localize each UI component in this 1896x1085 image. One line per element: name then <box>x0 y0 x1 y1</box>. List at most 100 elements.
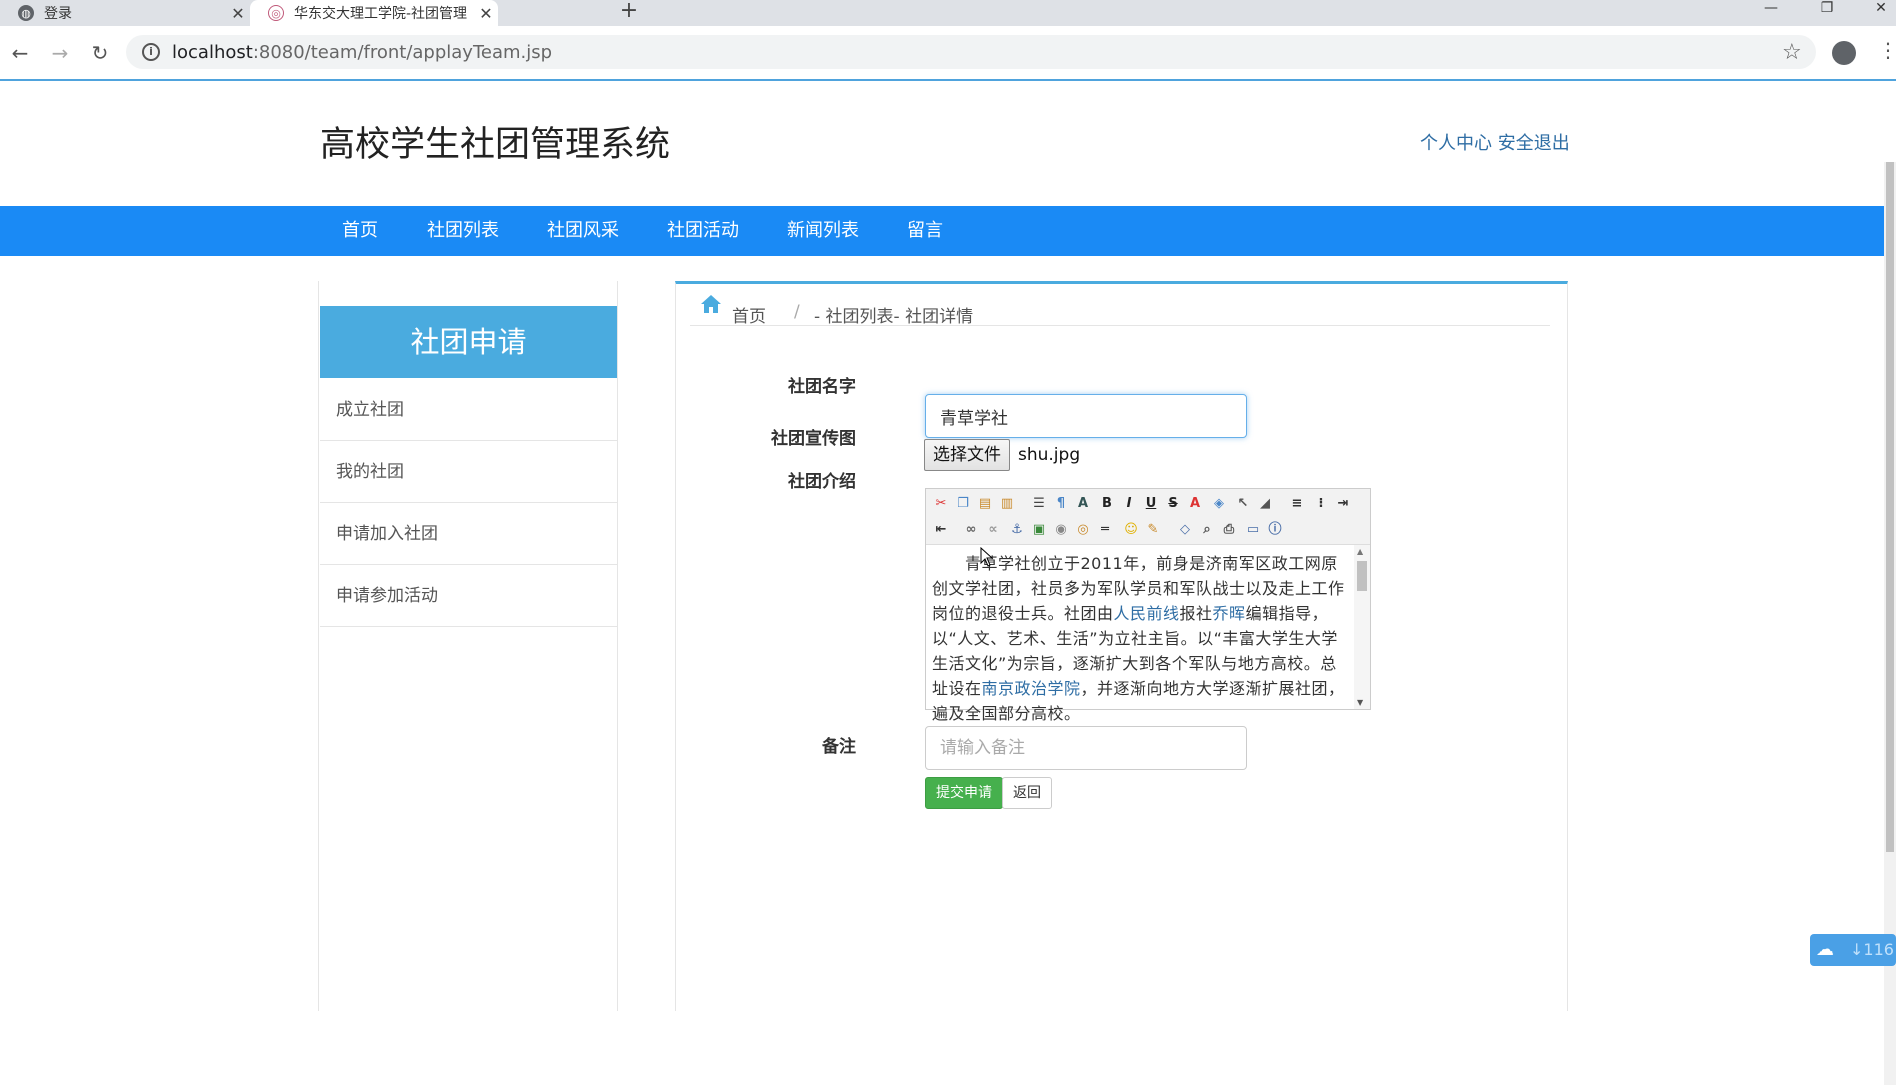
edit-icon[interactable]: ✎ <box>1144 521 1162 539</box>
address-bar[interactable]: i localhost:8080/team/front/applayTeam.j… <box>126 35 1816 69</box>
baidu-netdisk-widget[interactable]: ☁ ↓116 <box>1810 934 1896 966</box>
profile-avatar-icon[interactable] <box>1832 41 1856 65</box>
url-text: localhost:8080/team/front/applayTeam.jsp <box>172 42 553 63</box>
breadcrumb-home[interactable]: 首页 <box>732 302 766 327</box>
page-scroll-thumb[interactable] <box>1886 162 1894 852</box>
club-image-label: 社团宣传图 <box>771 429 856 449</box>
club-name-input[interactable] <box>925 394 1247 438</box>
fullscreen-icon[interactable]: ▭ <box>1244 521 1262 539</box>
italic-icon[interactable]: I <box>1120 495 1138 513</box>
sidebar-item-join-activity[interactable]: 申请参加活动 <box>320 565 617 627</box>
editor-toolbar: ✂ ❐ ▤ ▥ ☰ ¶ A B I U S A ◈ ↖ ◢ ≡ ⁝ ⇥ ⇤ ∞ <box>926 489 1370 545</box>
bold-icon[interactable]: B <box>1098 495 1116 513</box>
nav-home[interactable]: 首页 <box>342 206 378 256</box>
align-icon[interactable]: ☰ <box>1030 495 1048 513</box>
editor-scroll-thumb[interactable] <box>1357 561 1367 591</box>
intro-link[interactable]: 南京政治学院 <box>982 679 1081 698</box>
cloud-icon: ☁ <box>1816 939 1834 960</box>
tab-title: 华东交大理工学院-社团管理 <box>294 6 468 22</box>
browser-toolbar: ← → ↻ i localhost:8080/team/front/applay… <box>0 26 1896 80</box>
new-tab-icon[interactable]: + <box>614 0 644 26</box>
list-icon[interactable]: ⁝ <box>1312 495 1330 513</box>
rich-text-editor[interactable]: ✂ ❐ ▤ ▥ ☰ ¶ A B I U S A ◈ ↖ ◢ ≡ ⁝ ⇥ ⇤ ∞ <box>925 488 1371 723</box>
remark-label: 备注 <box>822 737 856 757</box>
intro-link[interactable]: 人民前线 <box>1114 604 1180 623</box>
nav-club-list[interactable]: 社团列表 <box>427 206 499 256</box>
flash-icon[interactable]: ◉ <box>1052 521 1070 539</box>
source-code-icon[interactable]: ◇ <box>1176 521 1194 539</box>
align-left-icon[interactable]: ≡ <box>1288 495 1306 513</box>
indent-icon[interactable]: ⇥ <box>1334 495 1352 513</box>
club-intro-label: 社团介绍 <box>788 472 856 492</box>
sidebar-item-create-club[interactable]: 成立社团 <box>320 379 617 441</box>
preview-icon[interactable]: ⌕ <box>1198 521 1216 539</box>
window-close-icon[interactable]: ✕ <box>1866 0 1896 20</box>
scroll-up-icon[interactable]: ▲ <box>1357 547 1363 556</box>
personal-center-link[interactable]: 个人中心 <box>1420 133 1492 154</box>
sidebar-item-join-club[interactable]: 申请加入社团 <box>320 503 617 565</box>
scroll-down-icon[interactable]: ▼ <box>1357 698 1363 707</box>
editor-scrollbar[interactable]: ▲ ▼ <box>1354 545 1370 709</box>
outdent-icon[interactable]: ⇤ <box>932 521 950 539</box>
back-button[interactable]: 返回 <box>1002 777 1052 809</box>
forward-icon[interactable]: → <box>46 40 74 68</box>
back-icon[interactable]: ← <box>6 40 34 68</box>
info-icon[interactable]: i <box>142 43 160 61</box>
user-links: 个人中心 安全退出 <box>1420 129 1570 155</box>
browser-tab-login[interactable]: ◍ 登录 ✕ <box>0 0 250 26</box>
media-icon[interactable]: ◎ <box>1074 521 1092 539</box>
bg-color-icon[interactable]: ◈ <box>1210 495 1228 513</box>
home-icon <box>701 295 721 313</box>
university-logo-icon: ◎ <box>268 5 284 21</box>
unlink-icon[interactable]: ∝ <box>984 521 1002 539</box>
editor-content[interactable]: 青草学社创立于2011年，前身是济南军区政工网原创文学社团，社员多为军队学员和军… <box>926 545 1354 723</box>
browser-tab-team[interactable]: ◎ 华东交大理工学院-社团管理 ✕ <box>250 0 498 26</box>
underline-icon[interactable]: U <box>1142 495 1160 513</box>
main-content: 首页 / - 社团列表- 社团详情 社团名字 社团宣传图 选择文件 shu.jp… <box>675 281 1568 1011</box>
restore-icon[interactable]: ❐ <box>1812 0 1842 20</box>
close-icon[interactable]: ✕ <box>226 4 250 23</box>
submit-application-button[interactable]: 提交申请 <box>925 777 1003 809</box>
image-icon[interactable]: ▣ <box>1030 521 1048 539</box>
breadcrumb-path: - 社团列表- 社团详情 <box>814 307 974 327</box>
sidebar-item-my-clubs[interactable]: 我的社团 <box>320 441 617 503</box>
nav-news-list[interactable]: 新闻列表 <box>787 206 859 256</box>
tab-title: 登录 <box>44 6 72 22</box>
link-icon[interactable]: ∞ <box>962 521 980 539</box>
sidebar-title: 社团申请 <box>320 306 617 378</box>
select-icon[interactable]: ↖ <box>1234 495 1252 513</box>
breadcrumb: 首页 / - 社团列表- 社团详情 <box>690 295 1550 327</box>
format-icon[interactable]: ¶ <box>1052 495 1070 513</box>
copy-icon[interactable]: ❐ <box>954 495 972 513</box>
nav-club-activities[interactable]: 社团活动 <box>667 206 739 256</box>
eraser-icon[interactable]: ◢ <box>1256 495 1274 513</box>
font-icon[interactable]: A <box>1074 495 1092 513</box>
menu-kebab-icon[interactable]: ⋮ <box>1878 38 1896 62</box>
remark-input[interactable] <box>925 726 1247 770</box>
cut-icon[interactable]: ✂ <box>932 495 950 513</box>
close-icon[interactable]: ✕ <box>474 4 498 23</box>
font-color-icon[interactable]: A <box>1186 495 1204 513</box>
breadcrumb-separator: / <box>794 302 800 322</box>
strikethrough-icon[interactable]: S <box>1164 495 1182 513</box>
bookmark-star-icon[interactable]: ☆ <box>1782 40 1802 65</box>
choose-file-button[interactable]: 选择文件 <box>924 439 1010 471</box>
nav-club-style[interactable]: 社团风采 <box>547 206 619 256</box>
paste-icon[interactable]: ▤ <box>976 495 994 513</box>
reload-icon[interactable]: ↻ <box>86 40 114 68</box>
paste-text-icon[interactable]: ▥ <box>998 495 1016 513</box>
print-icon[interactable]: ⎙ <box>1220 521 1238 539</box>
intro-link[interactable]: 乔晖 <box>1213 604 1246 623</box>
anchor-icon[interactable]: ⚓ <box>1008 521 1026 539</box>
hr-icon[interactable]: ═ <box>1096 521 1114 539</box>
browser-tab-bar: ◍ 登录 ✕ ◎ 华东交大理工学院-社团管理 ✕ + — ❐ ✕ <box>0 0 1896 26</box>
nav-messages[interactable]: 留言 <box>907 206 943 256</box>
minimize-icon[interactable]: — <box>1756 0 1786 20</box>
main-nav: 首页 社团列表 社团风采 社团活动 新闻列表 留言 <box>0 206 1893 256</box>
emoticon-icon[interactable]: ☺ <box>1122 521 1140 539</box>
intro-text: 报社 <box>1179 604 1213 623</box>
site-title: 高校学生社团管理系统 <box>320 125 671 165</box>
about-icon[interactable]: ⓘ <box>1266 521 1284 539</box>
logout-link[interactable]: 安全退出 <box>1498 133 1570 154</box>
selected-file-name: shu.jpg <box>1018 445 1081 465</box>
